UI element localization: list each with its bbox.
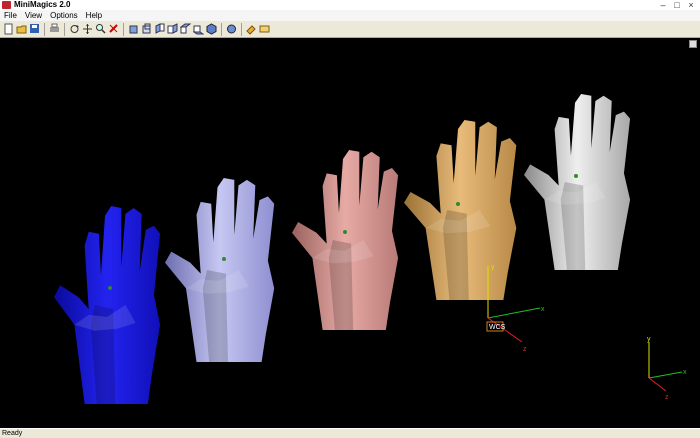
shading-icon	[227, 24, 236, 34]
toolbar-separator	[123, 22, 124, 36]
print-button[interactable]	[49, 23, 60, 35]
toolbar-separator	[44, 22, 45, 36]
menu-view[interactable]: View	[21, 10, 46, 21]
view-left-icon	[155, 23, 165, 34]
part-hand-pink[interactable]	[292, 150, 399, 330]
toolbar-separator	[241, 22, 242, 36]
view-bottom-button[interactable]	[193, 23, 204, 35]
zoom-icon	[96, 24, 106, 34]
shading-button[interactable]	[226, 23, 237, 35]
print-icon	[50, 23, 59, 32]
wcs-label: WCS	[489, 324, 506, 331]
part-hand-gray[interactable]	[524, 94, 631, 270]
orientation-triad: y x z	[647, 336, 687, 401]
wcs-z-label: z	[523, 346, 527, 353]
measure-icon	[109, 24, 118, 33]
toolbar	[0, 21, 700, 38]
menu-help[interactable]: Help	[82, 10, 106, 21]
annotate-icon	[259, 25, 270, 33]
status-bar: Ready	[0, 428, 700, 438]
pan-icon	[83, 24, 92, 34]
close-button[interactable]: ×	[684, 0, 698, 10]
save-icon	[30, 24, 39, 33]
view-iso-button[interactable]	[206, 23, 217, 35]
maximize-button[interactable]: □	[670, 0, 684, 10]
pan-button[interactable]	[82, 23, 93, 35]
zoom-button[interactable]	[95, 23, 106, 35]
part-hand-tan[interactable]	[404, 120, 517, 300]
rotate-button[interactable]	[69, 23, 80, 35]
scene-canvas[interactable]: y x z WCS y x z	[0, 38, 700, 428]
view-right-button[interactable]	[167, 23, 178, 35]
wcs-x-label: x	[541, 306, 545, 313]
new-icon	[4, 23, 13, 35]
view-front-button[interactable]	[128, 23, 139, 35]
menu-bar: File View Options Help	[0, 10, 700, 21]
window-controls: – □ ×	[656, 0, 698, 10]
view-iso-icon	[206, 23, 217, 35]
wcs-y-label: y	[491, 264, 495, 271]
annotate-button[interactable]	[259, 23, 270, 35]
triad-y-label: y	[647, 336, 651, 343]
open-button[interactable]	[16, 23, 27, 35]
viewport-corner-handle[interactable]	[689, 40, 697, 48]
view-right-icon	[167, 23, 178, 34]
part-hand-blue[interactable]	[54, 206, 161, 404]
view-bottom-icon	[193, 25, 204, 35]
title-bar: MiniMagics 2.0 – □ ×	[0, 0, 700, 10]
3d-viewport[interactable]: y x z WCS y x z	[0, 38, 700, 428]
view-top-button[interactable]	[180, 23, 191, 35]
new-button[interactable]	[3, 23, 14, 35]
window-title: MiniMagics 2.0	[14, 0, 71, 9]
view-back-icon	[142, 23, 151, 34]
rotate-icon	[70, 25, 79, 33]
triad-z-label: z	[665, 394, 669, 401]
view-left-button[interactable]	[154, 23, 165, 35]
menu-options[interactable]: Options	[46, 10, 82, 21]
measure-button[interactable]	[108, 23, 119, 35]
color-icon	[246, 25, 256, 35]
view-front-icon	[129, 25, 138, 34]
toolbar-separator	[221, 22, 222, 36]
color-button[interactable]	[246, 23, 257, 35]
menu-file[interactable]: File	[0, 10, 21, 21]
view-top-icon	[180, 23, 191, 34]
part-hand-lavender[interactable]	[165, 178, 275, 362]
toolbar-separator	[64, 22, 65, 36]
view-back-button[interactable]	[141, 23, 152, 35]
minimize-button[interactable]: –	[656, 0, 670, 10]
open-icon	[16, 25, 27, 34]
save-button[interactable]	[29, 23, 40, 35]
app-icon	[2, 1, 11, 9]
triad-x-label: x	[683, 369, 687, 376]
